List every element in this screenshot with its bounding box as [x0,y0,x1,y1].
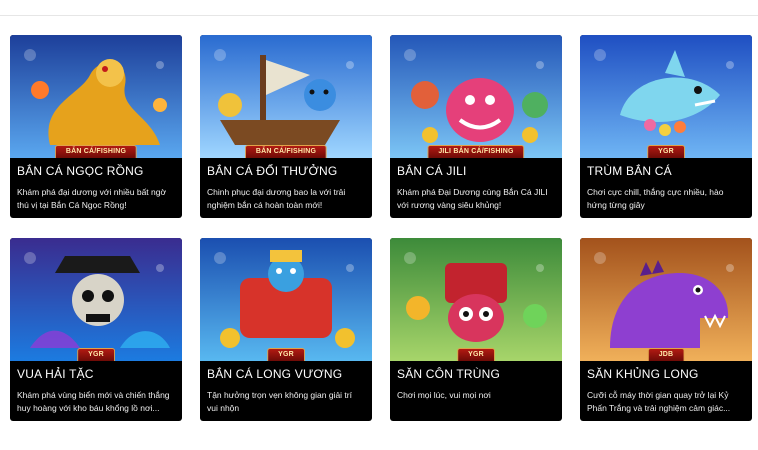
game-card[interactable]: BẮN CÁ/FISHING BẮN CÁ ĐỔI THƯỞNG Chinh phụ… [200,35,372,218]
game-title[interactable]: BẮN CÁ ĐỔI THƯỞNG [207,164,365,179]
game-info: SĂN CÔN TRÙNG Chơi mọi lúc, vui mọi nơi [390,361,562,402]
provider-badge: YGR [457,348,495,361]
provider-badge: YGR [267,348,305,361]
game-card[interactable]: JILI BẮN CÁ/FISHING BẮN CÁ JILI Khám phá Đ… [390,35,562,218]
game-card[interactable]: YGR VUA HẢI TẶC Khám phá vùng biển mới và … [10,238,182,421]
dragon-artwork [10,35,182,158]
provider-badge: BẮN CÁ/FISHING [54,145,138,158]
provider-badge: YGR [77,348,115,361]
game-title[interactable]: BẮN CÁ LONG VƯƠNG [207,367,365,382]
game-thumbnail[interactable]: YGR [200,238,372,361]
dinosaur-artwork [580,238,752,361]
game-card[interactable]: YGR TRÙM BẮN CÁ Chơi cực chill, thắng cực … [580,35,752,218]
game-title[interactable]: TRÙM BẮN CÁ [587,164,745,179]
game-card[interactable]: BẮN CÁ/FISHING BẮN CÁ NGỌC RỒNG Khám phá đ… [10,35,182,218]
game-thumbnail[interactable]: YGR [580,35,752,158]
pirate-ship-artwork [200,35,372,158]
game-title[interactable]: VUA HẢI TẶC [17,367,175,382]
game-title[interactable]: SĂN CÔN TRÙNG [397,367,555,382]
game-title[interactable]: BẮN CÁ JILI [397,164,555,179]
monster-crew-artwork [390,35,562,158]
game-description: Khám phá Đại Dương cùng Bắn Cá JILI với … [397,187,548,210]
game-info: BẮN CÁ ĐỔI THƯỞNG Chinh phục đại dương ba… [200,158,372,212]
game-info: TRÙM BẮN CÁ Chơi cực chill, thắng cực nhi… [580,158,752,212]
provider-badge: JDB [647,348,685,361]
shark-artwork [580,35,752,158]
game-thumbnail[interactable]: BẮN CÁ/FISHING [10,35,182,158]
game-info: SĂN KHỦNG LONG Cưỡi cỗ máy thời gian quay… [580,361,752,415]
game-card[interactable]: YGR SĂN CÔN TRÙNG Chơi mọi lúc, vui mọi nơ… [390,238,562,421]
game-thumbnail[interactable]: JILI BẮN CÁ/FISHING [390,35,562,158]
game-info: BẮN CÁ LONG VƯƠNG Tận hưởng trọn vẹn khôn… [200,361,372,415]
game-description: Chơi cực chill, thắng cực nhiều, hào hứn… [587,187,724,210]
game-description: Cưỡi cỗ máy thời gian quay trở lại Kỷ Ph… [587,390,731,413]
provider-badge: YGR [647,145,685,158]
game-card[interactable]: JDB SĂN KHỦNG LONG Cưỡi cỗ máy thời gian q… [580,238,752,421]
game-description: Khám phá vùng biển mới và chiến thắng hu… [17,390,170,413]
game-grid: BẮN CÁ/FISHING BẮN CÁ NGỌC RỒNG Khám phá đ… [10,35,752,421]
game-description: Khám phá đại dương với nhiều bất ngờ thú… [17,187,167,210]
game-card[interactable]: YGR BẮN CÁ LONG VƯƠNG Tận hưởng trọn vẹn k… [200,238,372,421]
game-description: Chinh phục đại dương bao la với trải ngh… [207,187,346,210]
game-info: BẮN CÁ JILI Khám phá Đại Dương cùng Bắn C… [390,158,562,212]
game-title[interactable]: SĂN KHỦNG LONG [587,367,745,382]
game-description: Chơi mọi lúc, vui mọi nơi [397,390,491,400]
game-title[interactable]: BẮN CÁ NGỌC RỒNG [17,164,175,179]
insect-artwork [390,238,562,361]
game-thumbnail[interactable]: JDB [580,238,752,361]
game-thumbnail[interactable]: YGR [390,238,562,361]
game-info: VUA HẢI TẶC Khám phá vùng biển mới và chi… [10,361,182,415]
provider-badge: JILI BẮN CÁ/FISHING [427,145,525,158]
dragon-king-artwork [200,238,372,361]
game-info: BẮN CÁ NGỌC RỒNG Khám phá đại dương với n… [10,158,182,212]
game-description: Tận hưởng trọn vẹn không gian giải trí v… [207,390,352,413]
top-divider [0,15,758,16]
skull-pirate-artwork [10,238,182,361]
game-thumbnail[interactable]: YGR [10,238,182,361]
game-thumbnail[interactable]: BẮN CÁ/FISHING [200,35,372,158]
provider-badge: BẮN CÁ/FISHING [244,145,328,158]
